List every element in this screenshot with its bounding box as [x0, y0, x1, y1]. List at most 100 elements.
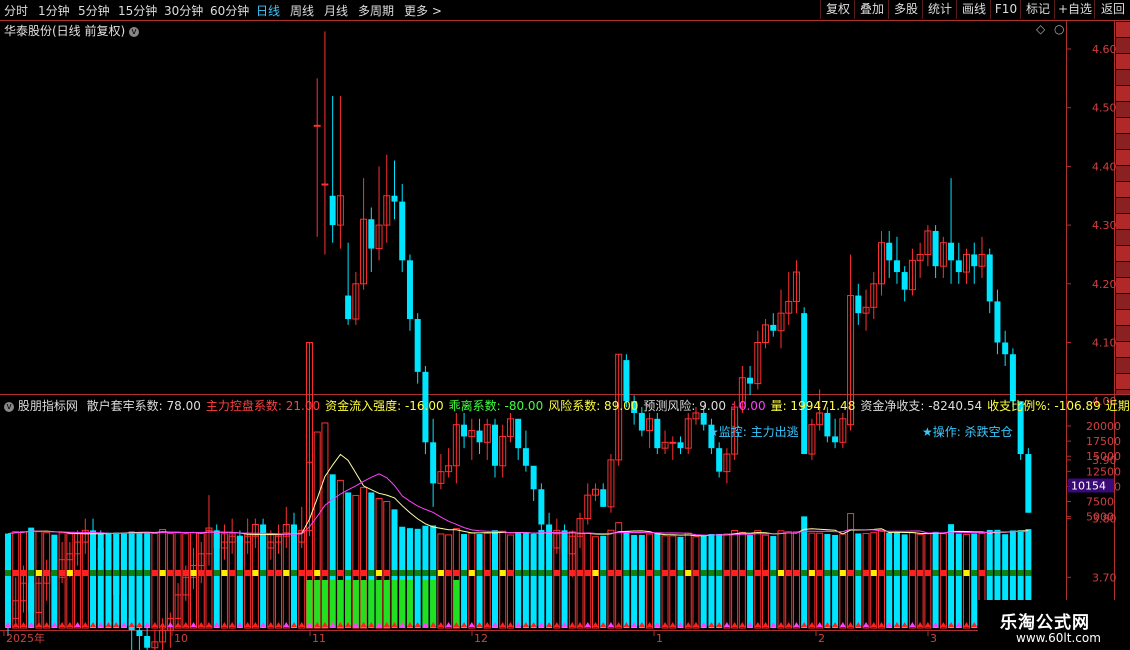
watermark-url: www.60lt.com: [1016, 631, 1101, 645]
green-flow-bar: [430, 580, 437, 628]
volume-bar-down: [893, 532, 900, 628]
signal-band-block: [631, 570, 638, 576]
signal-band-block: [43, 570, 50, 576]
signal-marker: [723, 622, 730, 627]
main-chart-title[interactable]: 华泰股份(日线 前复权) v: [4, 22, 140, 39]
signal-band-block: [553, 570, 560, 576]
green-flow-bar: [306, 580, 313, 628]
signal-band-block: [839, 570, 846, 576]
volume-bar-down: [236, 535, 243, 628]
candle-body-down: [955, 260, 962, 273]
signal-band-block: [978, 570, 985, 576]
volume-bar-down: [515, 533, 522, 628]
signal-band-block: [151, 570, 158, 576]
signal-band-block: [66, 570, 73, 576]
signal-marker: [484, 622, 491, 627]
volume-bar-down: [901, 534, 908, 628]
signal-band-block: [762, 570, 769, 576]
volume-bar-down: [824, 534, 831, 628]
indicator-item-3: 乖离系数: -80.00: [448, 399, 544, 413]
signal-marker: [244, 622, 251, 627]
time-tick-label: 10: [174, 632, 188, 645]
candle-body-down: [406, 260, 413, 320]
signal-marker: [793, 622, 800, 627]
side-panel-glyph: [1116, 326, 1130, 341]
candle-body-down: [700, 412, 707, 425]
candle-body-down: [476, 430, 483, 443]
signal-marker: [870, 622, 877, 627]
signal-band-block: [863, 570, 870, 576]
signal-band-block: [352, 570, 359, 576]
signal-marker: [808, 622, 815, 627]
volume-bar-down: [476, 534, 483, 628]
volume-bar-up: [939, 533, 947, 629]
green-flow-bar: [337, 580, 344, 628]
chevron-down-icon[interactable]: v: [4, 401, 14, 412]
candle-body-down: [345, 295, 352, 320]
candle-body-down: [461, 424, 468, 437]
chevron-down-icon[interactable]: v: [129, 26, 140, 37]
signal-marker: [909, 622, 916, 627]
settings-diamond-icon[interactable]: ◇: [1036, 22, 1045, 36]
signal-marker: [20, 622, 27, 627]
volume-bar-up: [792, 531, 800, 629]
candle-body-down: [623, 360, 630, 402]
signal-band-block: [345, 570, 352, 576]
signal-marker: [584, 622, 591, 627]
signal-band-block: [832, 570, 839, 576]
volume-bar-down: [747, 535, 754, 628]
volume-bar-down: [638, 534, 645, 628]
price-tick-label: 4.50: [1092, 102, 1117, 115]
signal-band-block: [74, 570, 81, 576]
signal-marker: [182, 622, 189, 627]
side-panel-glyph: [1116, 342, 1130, 357]
indicator-name[interactable]: 股朋指标网: [18, 399, 78, 413]
signal-marker: [198, 622, 205, 627]
signal-band-block: [1009, 570, 1016, 576]
signal-band-block: [275, 570, 282, 576]
signal-band-block: [51, 570, 58, 576]
signal-band-block: [955, 570, 962, 576]
candle-body-down: [901, 272, 908, 290]
signal-band-block: [546, 570, 553, 576]
indicator-item-4: 风险系数: 89.00: [548, 399, 639, 413]
indicator-tick-label: 7500: [1086, 496, 1114, 509]
signal-band-block: [932, 570, 939, 576]
candle-body-up: [321, 183, 329, 186]
time-tick-label: 3: [930, 632, 937, 645]
time-tick-label: 1: [656, 632, 663, 645]
signal-marker: [553, 622, 560, 627]
side-panel-glyph: [1116, 246, 1130, 261]
watermark-title: 乐淘公式网: [1000, 613, 1090, 633]
close-icon[interactable]: ○: [1054, 22, 1064, 36]
monitor-label: ★监控: 主力出逃: [708, 425, 799, 439]
signal-marker: [252, 622, 259, 627]
signal-band-block: [708, 570, 715, 576]
signal-band-block: [205, 570, 212, 576]
volume-bar-up: [159, 529, 167, 629]
volume-bar-up: [816, 532, 824, 629]
indicator-tick-label: 12500: [1086, 465, 1121, 478]
candle-body-down: [522, 448, 529, 466]
side-panel-glyph: [1116, 54, 1130, 69]
signal-marker: [847, 622, 854, 627]
candle-body-down: [399, 201, 406, 261]
volume-bar-down: [260, 533, 267, 628]
signal-band-block: [476, 570, 483, 576]
green-flow-bar: [406, 580, 413, 628]
price-tick-label: 4.40: [1092, 160, 1117, 173]
green-flow-bar: [352, 580, 359, 628]
signal-marker: [692, 622, 699, 627]
signal-band-block: [229, 570, 236, 576]
signal-band-block: [360, 570, 367, 576]
volume-bar-up: [908, 532, 916, 629]
side-panel-glyph: [1116, 198, 1130, 213]
signal-band-block: [113, 570, 120, 576]
signal-marker: [283, 622, 290, 627]
green-flow-bar: [453, 580, 460, 628]
signal-band-block: [994, 570, 1001, 576]
signal-marker: [82, 622, 89, 627]
green-flow-bar: [345, 580, 352, 628]
candle-body-down: [747, 377, 754, 384]
right-side-panel[interactable]: [1116, 22, 1130, 394]
